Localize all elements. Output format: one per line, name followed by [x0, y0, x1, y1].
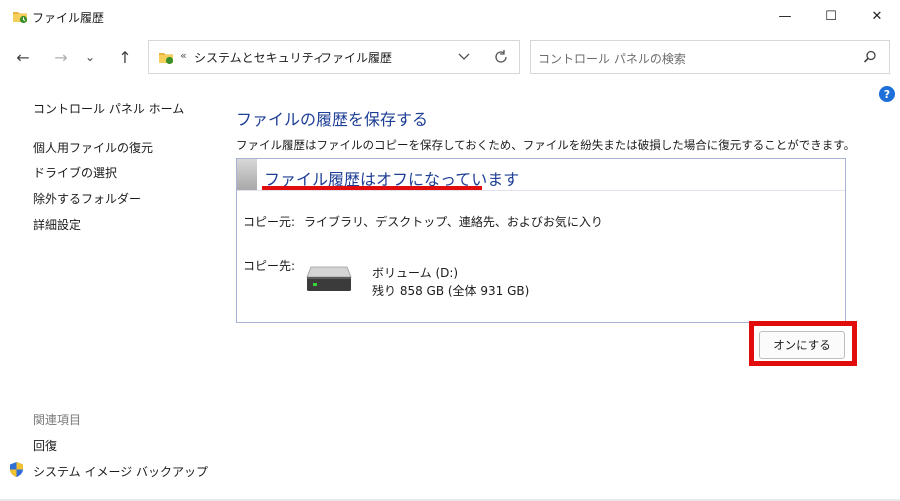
copy-from-value: ライブラリ、デスクトップ、連絡先、およびお気に入り [304, 215, 603, 229]
copy-to-label: コピー先: [243, 259, 296, 273]
sidebar-item-exclude-folders[interactable]: 除外するフォルダー [33, 190, 141, 207]
hard-drive-icon [306, 266, 352, 291]
maximize-button[interactable]: ☐ [808, 0, 854, 32]
search-input[interactable]: コントロール パネルの検索 [538, 50, 686, 67]
uac-shield-icon [10, 462, 23, 477]
drive-space: 残り 858 GB (全体 931 GB) [372, 284, 530, 298]
sidebar-item-restore-files[interactable]: 個人用ファイルの復元 [33, 139, 153, 156]
sidebar-item-advanced-settings[interactable]: 詳細設定 [33, 216, 81, 233]
window-title: ファイル履歴 [32, 11, 105, 25]
recent-locations-chevron-icon[interactable]: ⌄ [80, 44, 100, 70]
annotation-underline [262, 186, 482, 190]
search-icon[interactable] [862, 49, 878, 65]
page-title: ファイルの履歴を保存する [236, 110, 429, 129]
up-arrow-icon[interactable]: ↑ [112, 44, 138, 70]
related-title: 関連項目 [33, 413, 82, 427]
related-system-image-backup-link[interactable]: システム イメージ バックアップ [33, 463, 208, 480]
sidebar-control-panel-home[interactable]: コントロール パネル ホーム [33, 100, 184, 117]
refresh-icon[interactable] [490, 46, 512, 68]
status-header-strip [237, 159, 257, 190]
status-header-divider [237, 190, 845, 191]
breadcrumb-file-history[interactable]: ファイル履歴 [320, 49, 392, 66]
breadcrumb-overflow[interactable]: « [180, 49, 187, 62]
close-button[interactable]: ✕ [854, 0, 900, 32]
page-description: ファイル履歴はファイルのコピーを保存しておくため、ファイルを紛失または破損した場… [236, 138, 856, 152]
control-panel-folder-icon [159, 53, 174, 65]
file-history-app-icon [13, 12, 28, 24]
related-recovery-link[interactable]: 回復 [33, 437, 57, 454]
back-arrow-icon[interactable]: ← [10, 44, 36, 70]
copy-from-label: コピー元: [243, 215, 296, 229]
annotation-highlight-box [749, 321, 857, 366]
breadcrumb-separator-icon[interactable]: › [306, 49, 311, 63]
sidebar-item-select-drive[interactable]: ドライブの選択 [33, 164, 117, 181]
help-icon[interactable]: ? [879, 86, 895, 102]
forward-arrow-icon[interactable]: → [48, 44, 74, 70]
minimize-button[interactable]: — [762, 0, 808, 32]
drive-name: ボリューム (D:) [372, 266, 459, 280]
address-dropdown-chevron-icon[interactable] [454, 46, 474, 68]
